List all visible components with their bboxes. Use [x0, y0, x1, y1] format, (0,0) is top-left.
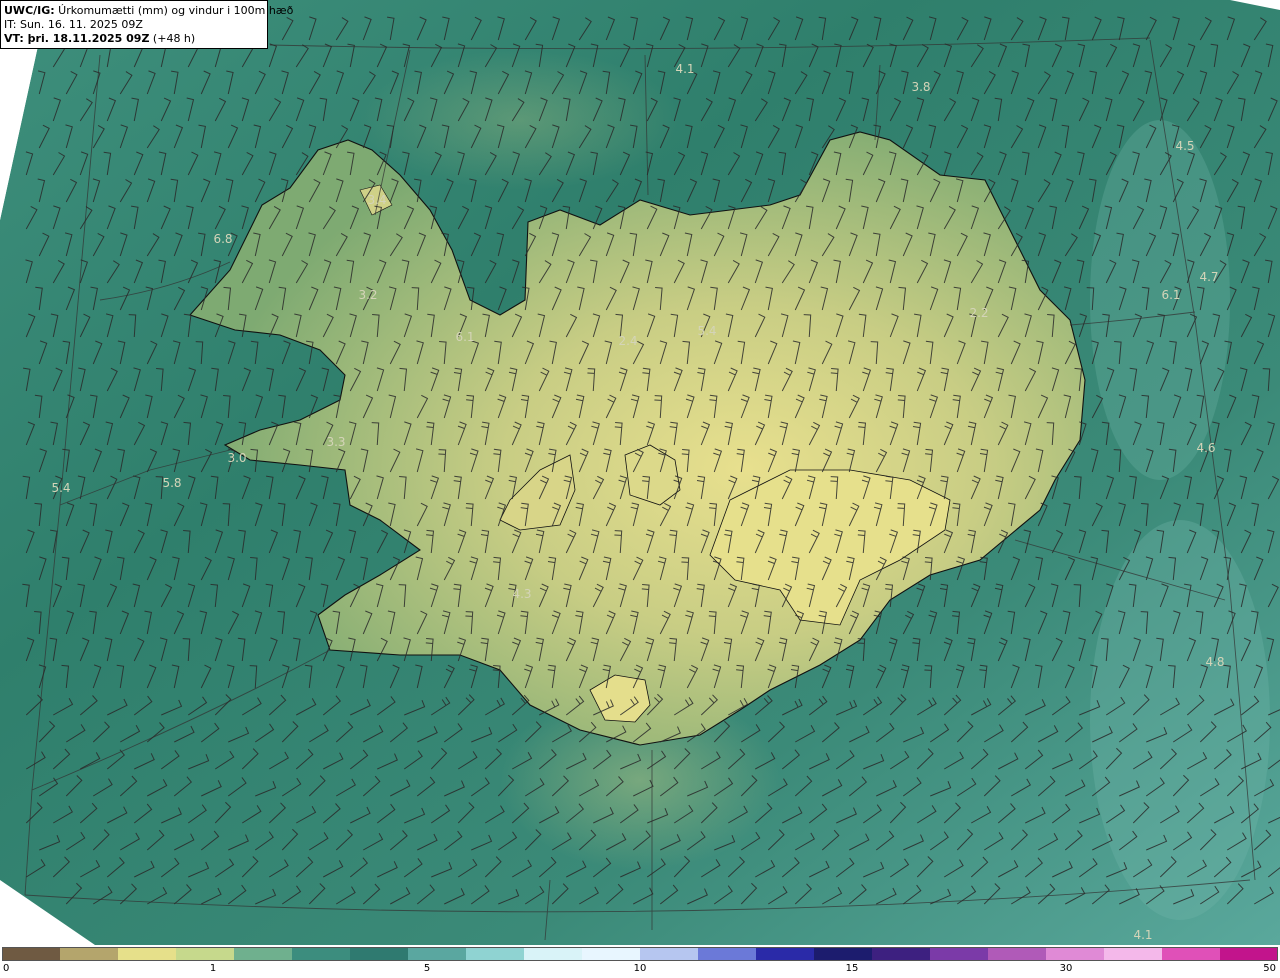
precip-colorbar [2, 947, 1278, 961]
map-value-label: 3.2 [358, 288, 378, 302]
init-time: IT: Sun. 16. 11. 2025 09Z [4, 18, 143, 31]
colorbar-segment [872, 947, 931, 961]
colorbar-segment [350, 947, 409, 961]
colorbar-label: 1 [209, 963, 217, 974]
map-value-label: 4.1 [1133, 928, 1153, 942]
valid-time: VT: þri. 18.11.2025 09Z (+48 h) [4, 32, 196, 45]
colorbar-label: 5 [423, 963, 431, 974]
colorbar-segment [60, 947, 119, 961]
map-value-label: 3.8 [911, 80, 931, 94]
colorbar-segment [408, 947, 467, 961]
map-value-label: 4.8 [1205, 655, 1225, 669]
map-value-label: 3.4 [367, 193, 387, 207]
colorbar-segment [1046, 947, 1105, 961]
colorbar-label: 30 [1059, 963, 1073, 974]
colorbar-label: 0 [3, 963, 10, 974]
colorbar-label: 10 [633, 963, 647, 974]
weather-map [0, 0, 1280, 945]
colorbar-segment [930, 947, 989, 961]
colorbar-segment [2, 947, 61, 961]
map-value-label: 2.2 [969, 306, 989, 320]
map-value-label: 6.1 [455, 330, 475, 344]
colorbar-segment [524, 947, 583, 961]
map-value-label: 4.3 [512, 587, 532, 601]
map-value-label: 4.5 [1175, 139, 1195, 153]
colorbar-segment [814, 947, 873, 961]
map-info-box: UWC/IG: Úrkomumætti (mm) og vindur i 100… [0, 0, 294, 49]
map-value-label: 3.0 [227, 451, 247, 465]
map-value-label: 6.8 [213, 232, 233, 246]
map-value-label: 5.4 [697, 324, 717, 338]
colorbar-segment [698, 947, 757, 961]
colorbar-segment [118, 947, 177, 961]
colorbar-segment [1104, 947, 1163, 961]
colorbar-label: 15 [845, 963, 859, 974]
colorbar-segment [756, 947, 815, 961]
map-value-label: 4.6 [1196, 441, 1216, 455]
map-value-label: 5.8 [162, 476, 182, 490]
colorbar-segment [466, 947, 525, 961]
colorbar-segment [234, 947, 293, 961]
map-value-label: 4.1 [675, 62, 695, 76]
map-value-label: 3.3 [326, 435, 346, 449]
colorbar-segment [582, 947, 641, 961]
map-value-label: 4.7 [1199, 270, 1219, 284]
colorbar-segment [640, 947, 699, 961]
map-value-label: 5.4 [51, 481, 71, 495]
colorbar-label: 50 [1263, 963, 1276, 974]
colorbar-segment [1162, 947, 1221, 961]
colorbar-segment [176, 947, 235, 961]
map-value-label: 2.4 [618, 334, 638, 348]
colorbar-segment [1220, 947, 1278, 961]
map-value-label: 6.1 [1161, 288, 1181, 302]
colorbar-segment [988, 947, 1047, 961]
colorbar-segment [292, 947, 351, 961]
map-title: UWC/IG: Úrkomumætti (mm) og vindur i 100… [4, 4, 294, 17]
